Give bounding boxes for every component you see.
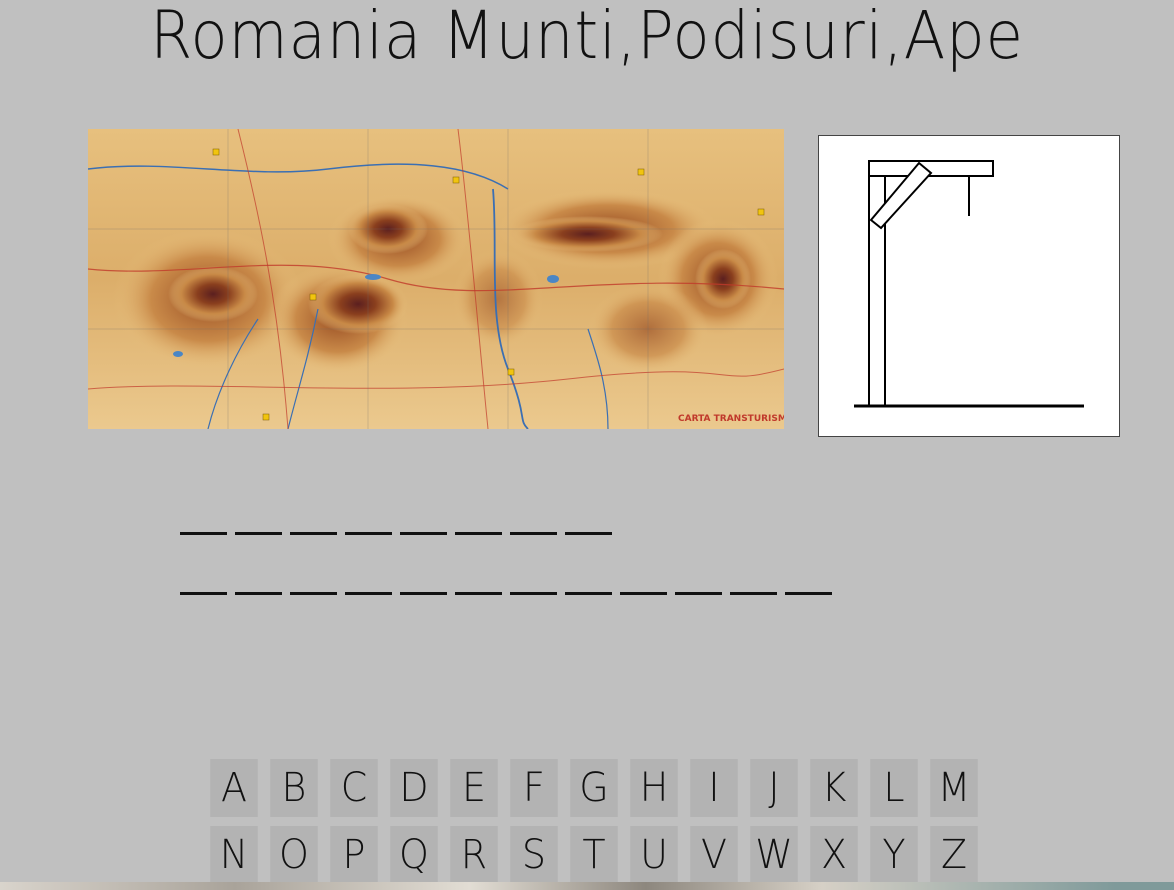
letter-key-c[interactable]: C xyxy=(330,759,378,817)
map-credit: CARTA TRANSTURISM xyxy=(678,414,784,424)
background-image-strip xyxy=(0,882,1174,890)
letter-key-b[interactable]: B xyxy=(270,759,318,817)
letter-slot xyxy=(565,502,612,535)
letter-slot xyxy=(400,502,447,535)
letter-key-j[interactable]: J xyxy=(750,759,798,817)
romania-relief-map: CARTA TRANSTURISM xyxy=(88,129,784,429)
letter-slot xyxy=(565,562,612,595)
letter-key-g[interactable]: G xyxy=(570,759,618,817)
letter-key-y[interactable]: Y xyxy=(870,826,918,884)
letter-key-r[interactable]: R xyxy=(450,826,498,884)
hangman-drawing xyxy=(818,135,1120,437)
letter-key-s[interactable]: S xyxy=(510,826,558,884)
letter-slot xyxy=(290,502,337,535)
letter-key-m[interactable]: M xyxy=(930,759,978,817)
hangman-game-page: Romania Munti,Podisuri,Ape CARTA TRANSTU… xyxy=(0,0,1174,890)
gallows-icon xyxy=(854,160,1084,408)
letter-key-o[interactable]: O xyxy=(270,826,318,884)
letter-key-z[interactable]: Z xyxy=(930,826,978,884)
letter-slot xyxy=(510,562,557,595)
letter-slot xyxy=(510,502,557,535)
letter-key-a[interactable]: A xyxy=(210,759,258,817)
letter-slot xyxy=(730,562,777,595)
letter-key-h[interactable]: H xyxy=(630,759,678,817)
letter-slot xyxy=(455,502,502,535)
letter-key-w[interactable]: W xyxy=(750,826,798,884)
letter-key-n[interactable]: N xyxy=(210,826,258,884)
letter-key-l[interactable]: L xyxy=(870,759,918,817)
letter-slot xyxy=(345,562,392,595)
letter-key-e[interactable]: E xyxy=(450,759,498,817)
keyboard-row-1: ABCDEFGHIJKLM xyxy=(209,759,979,817)
letter-key-q[interactable]: Q xyxy=(390,826,438,884)
letter-key-i[interactable]: I xyxy=(690,759,738,817)
letter-slot xyxy=(345,502,392,535)
letter-slot xyxy=(400,562,447,595)
letter-key-p[interactable]: P xyxy=(330,826,378,884)
map-image: CARTA TRANSTURISM xyxy=(88,129,784,429)
letter-slot xyxy=(235,502,282,535)
word-row-1 xyxy=(180,502,612,535)
letter-slot xyxy=(455,562,502,595)
letter-key-k[interactable]: K xyxy=(810,759,858,817)
letter-slot xyxy=(290,562,337,595)
letter-key-v[interactable]: V xyxy=(690,826,738,884)
letter-key-f[interactable]: F xyxy=(510,759,558,817)
letter-key-d[interactable]: D xyxy=(390,759,438,817)
letter-slot xyxy=(675,562,722,595)
keyboard-row-2: NOPQRSTUVWXYZ xyxy=(209,826,979,884)
letter-slot xyxy=(180,562,227,595)
letter-key-t[interactable]: T xyxy=(570,826,618,884)
page-title: Romania Munti,Podisuri,Ape xyxy=(150,0,1024,74)
letter-key-u[interactable]: U xyxy=(630,826,678,884)
word-row-2 xyxy=(180,562,832,595)
letter-slot xyxy=(620,562,667,595)
letter-key-x[interactable]: X xyxy=(810,826,858,884)
letter-slot xyxy=(785,562,832,595)
letter-slot xyxy=(180,502,227,535)
letter-slot xyxy=(235,562,282,595)
